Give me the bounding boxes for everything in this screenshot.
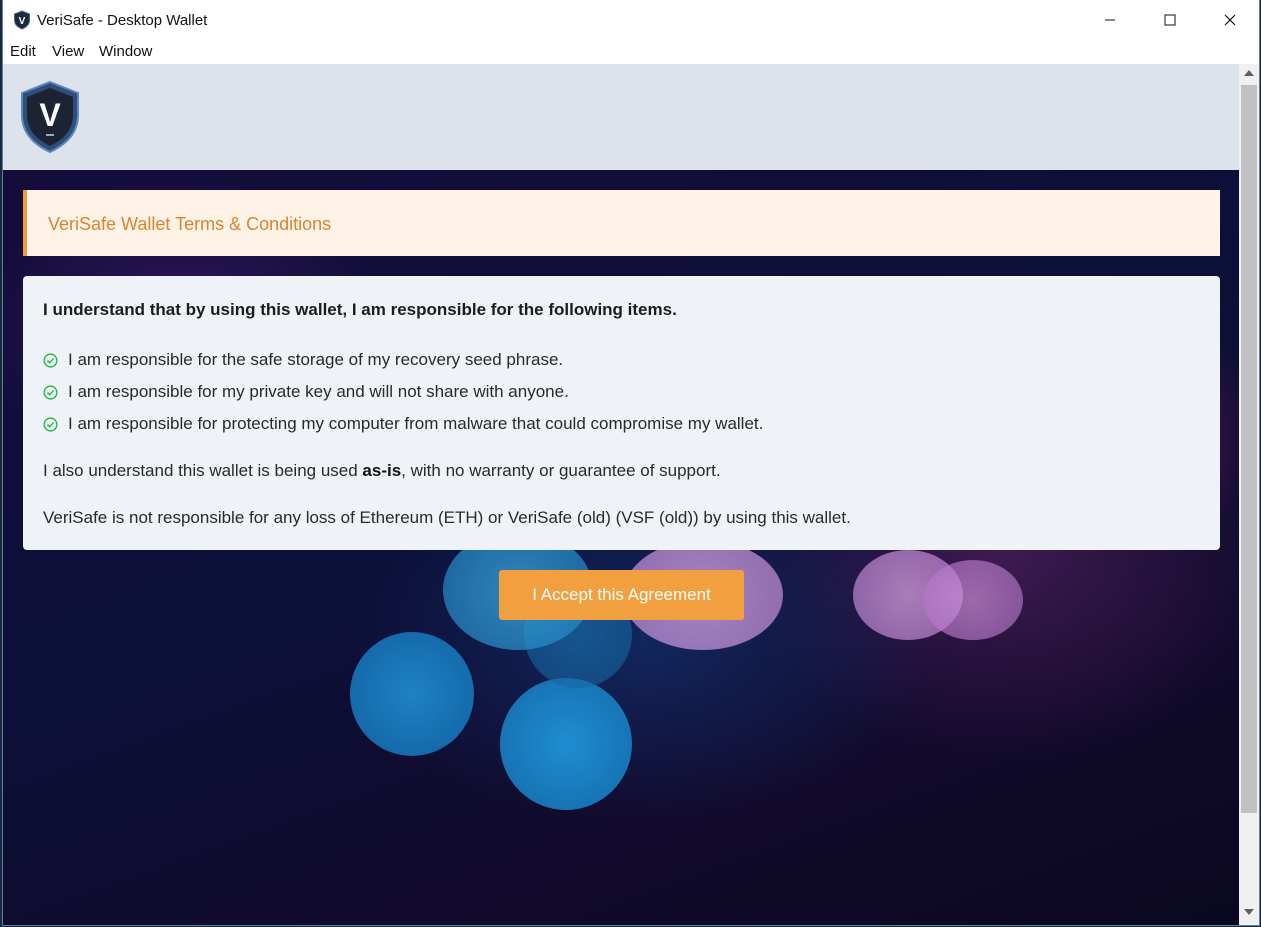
close-button[interactable] <box>1207 0 1253 40</box>
bokeh-circle <box>923 560 1023 640</box>
minimize-icon <box>1105 19 1115 21</box>
logo-letter: V <box>39 97 61 133</box>
terms-banner: VeriSafe Wallet Terms & Conditions <box>23 190 1220 256</box>
terms-title: VeriSafe Wallet Terms & Conditions <box>48 214 332 234</box>
list-item-text: I am responsible for my private key and … <box>68 382 569 401</box>
terms-heading: I understand that by using this wallet, … <box>43 300 677 319</box>
bokeh-circle <box>500 678 632 810</box>
menu-edit[interactable]: Edit <box>10 43 36 60</box>
responsibility-list: I am responsible for the safe storage of… <box>43 344 763 440</box>
vertical-scrollbar[interactable] <box>1239 64 1259 925</box>
menu-view[interactable]: View <box>52 43 84 60</box>
terms-card: I understand that by using this wallet, … <box>23 276 1220 550</box>
app-window: V VeriSafe - Desktop Wallet Edit View Wi… <box>3 0 1259 925</box>
as-is-bold: as-is <box>362 461 402 480</box>
verisafe-shield-icon: V <box>14 10 30 30</box>
list-item: I am responsible for the safe storage of… <box>43 344 763 376</box>
as-is-suffix: , with no warranty or guarantee of suppo… <box>401 461 721 480</box>
check-circle-icon <box>43 416 58 432</box>
accept-agreement-button[interactable]: I Accept this Agreement <box>499 570 744 620</box>
scroll-down-arrow-icon[interactable] <box>1244 909 1254 915</box>
window-title: VeriSafe - Desktop Wallet <box>37 12 208 29</box>
title-bar[interactable]: V VeriSafe - Desktop Wallet <box>3 0 1259 40</box>
list-item: I am responsible for my private key and … <box>43 376 763 408</box>
list-item-text: I am responsible for protecting my compu… <box>68 414 764 433</box>
bokeh-circle <box>350 632 474 756</box>
list-item: I am responsible for protecting my compu… <box>43 408 763 440</box>
menu-window[interactable]: Window <box>99 43 152 60</box>
as-is-statement: I also understand this wallet is being u… <box>43 461 721 481</box>
maximize-icon <box>1164 14 1176 26</box>
check-circle-icon <box>43 352 58 368</box>
scroll-up-arrow-icon[interactable] <box>1244 70 1254 76</box>
as-is-prefix: I also understand this wallet is being u… <box>43 461 363 480</box>
verisafe-logo: V <box>21 80 79 154</box>
check-circle-icon <box>43 384 58 400</box>
page-content: V VeriSafe Wallet Terms & Conditions I u… <box>3 64 1239 925</box>
close-icon <box>1224 14 1236 26</box>
list-item-text: I am responsible for the safe storage of… <box>68 350 564 369</box>
app-header: V <box>3 64 1239 170</box>
menu-bar: Edit View Window <box>3 40 1259 64</box>
loss-disclaimer: VeriSafe is not responsible for any loss… <box>43 508 851 527</box>
minimize-button[interactable] <box>1087 0 1133 40</box>
svg-text:V: V <box>19 16 26 27</box>
scroll-thumb[interactable] <box>1241 85 1257 813</box>
maximize-button[interactable] <box>1147 0 1193 40</box>
